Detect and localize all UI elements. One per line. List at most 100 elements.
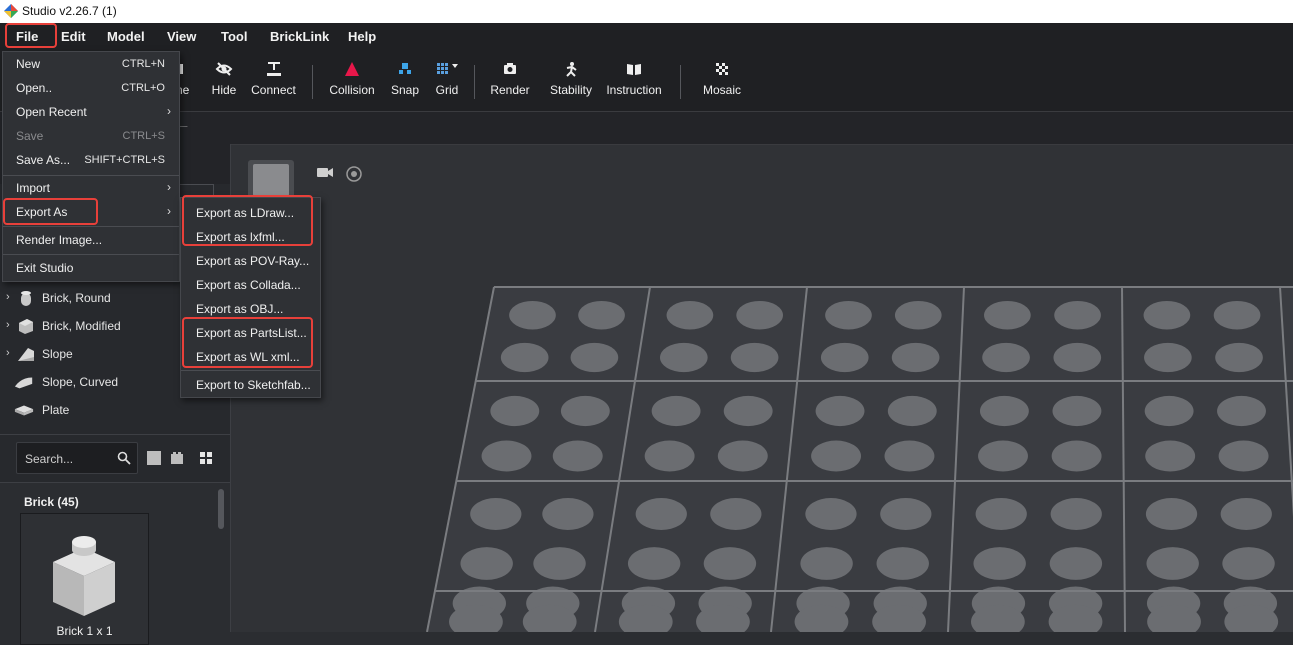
- part-search-input[interactable]: Search...: [16, 442, 138, 474]
- menu-item-save: Save CTRL+S: [3, 124, 179, 148]
- menu-item-new[interactable]: New CTRL+N: [3, 52, 179, 76]
- stud: [805, 498, 857, 530]
- menu-item-label: Exit Studio: [16, 261, 74, 275]
- category-plate[interactable]: Plate: [0, 397, 230, 423]
- chevron-right-icon: ›: [6, 319, 10, 331]
- menu-item-import[interactable]: Import ›: [3, 176, 179, 200]
- stud: [627, 547, 681, 580]
- toolbar-separator: [680, 65, 681, 99]
- connect-button[interactable]: Connect: [250, 61, 297, 97]
- stud: [470, 498, 522, 530]
- instruction-label: Instruction: [606, 83, 662, 97]
- export-collada[interactable]: Export as Collada...: [181, 272, 320, 296]
- stud: [820, 342, 869, 373]
- stud: [887, 395, 937, 427]
- stud: [490, 395, 540, 427]
- grid-button[interactable]: Grid: [434, 61, 460, 97]
- chevron-right-icon: ›: [167, 180, 171, 194]
- stud: [1146, 547, 1199, 580]
- brick-1x1-thumbnail: [53, 536, 115, 616]
- stud: [1053, 342, 1102, 373]
- menu-item-open[interactable]: Open.. CTRL+O: [3, 76, 179, 100]
- stud: [1050, 498, 1102, 530]
- menu-item-label: Save: [16, 129, 44, 143]
- stability-label: Stability: [549, 83, 593, 97]
- stud: [1218, 440, 1269, 472]
- menu-edit[interactable]: Edit: [61, 29, 86, 44]
- menu-tool[interactable]: Tool: [221, 29, 247, 44]
- render-button[interactable]: Render: [490, 61, 530, 97]
- menu-item-save-as[interactable]: Save As... SHIFT+CTRL+S: [3, 148, 179, 172]
- view-mode-brick-icon[interactable]: [170, 451, 184, 465]
- parts-scrollbar[interactable]: [218, 489, 224, 529]
- menu-item-label: Export as Collada...: [196, 278, 301, 292]
- menu-item-label: Open Recent: [16, 105, 87, 119]
- stud: [644, 440, 695, 472]
- stud: [891, 342, 940, 373]
- highlight-file-menu: [5, 23, 57, 48]
- window-title: Studio v2.26.7 (1): [22, 4, 117, 18]
- view-mode-grid-icon[interactable]: [199, 451, 213, 465]
- stud: [570, 342, 619, 373]
- plate-icon: [14, 405, 34, 416]
- warning-triangle-icon: [328, 61, 376, 79]
- stud: [1144, 342, 1192, 373]
- stud: [825, 300, 872, 330]
- stud: [1145, 498, 1198, 530]
- hide-button[interactable]: Hide: [210, 61, 238, 97]
- stud: [666, 300, 714, 330]
- menu-item-render-image[interactable]: Render Image...: [3, 228, 179, 252]
- title-bar: Studio v2.26.7 (1): [0, 0, 1293, 23]
- stud: [552, 440, 603, 472]
- mosaic-button[interactable]: Mosaic: [700, 61, 744, 97]
- export-povray[interactable]: Export as POV-Ray...: [181, 248, 320, 272]
- menu-model[interactable]: Model: [107, 29, 145, 44]
- stud: [703, 547, 757, 580]
- file-menu-dropdown: New CTRL+N Open.. CTRL+O Open Recent › S…: [2, 51, 180, 282]
- hide-label: Hide: [211, 83, 237, 97]
- chevron-right-icon: ›: [167, 204, 171, 218]
- stud: [533, 547, 586, 580]
- stud: [978, 440, 1028, 472]
- menu-item-label: Import: [16, 181, 51, 195]
- baseplate-model: [426, 286, 1293, 632]
- menu-item-shortcut: CTRL+O: [121, 82, 165, 94]
- stud: [1220, 498, 1272, 530]
- menu-view[interactable]: View: [167, 29, 196, 44]
- collision-button[interactable]: Collision: [328, 61, 376, 97]
- menu-item-label: New: [16, 57, 41, 71]
- stud: [635, 498, 687, 530]
- part-card[interactable]: Brick 1 x 1: [20, 513, 149, 645]
- menu-item-label: Open..: [16, 81, 53, 95]
- stud: [542, 498, 594, 530]
- stud: [723, 395, 773, 427]
- menu-bar: File Edit Model View Tool BrickLink Help: [0, 23, 1293, 51]
- menu-bricklink[interactable]: BrickLink: [270, 29, 329, 44]
- stability-button[interactable]: Stability: [548, 61, 594, 97]
- stud: [811, 440, 862, 472]
- toolbar-separator: [474, 65, 475, 99]
- instruction-button[interactable]: Instruction: [604, 61, 664, 97]
- snap-button[interactable]: Snap: [390, 61, 420, 97]
- connect-icon: [250, 61, 297, 79]
- book-icon: [604, 61, 664, 79]
- stud: [979, 395, 1029, 427]
- menu-separator: [3, 226, 179, 227]
- render-label: Render: [490, 83, 530, 97]
- panel-divider: [0, 434, 230, 435]
- menu-help[interactable]: Help: [348, 29, 376, 44]
- 3d-viewport[interactable]: [231, 145, 1293, 632]
- stud: [578, 300, 625, 330]
- menu-item-shortcut: SHIFT+CTRL+S: [84, 154, 165, 166]
- grid-label: Grid: [435, 83, 459, 97]
- toolbar-separator: [312, 65, 313, 99]
- view-mode-solid-icon[interactable]: [147, 451, 161, 465]
- search-icon[interactable]: [117, 451, 131, 465]
- stud: [880, 498, 932, 530]
- stud: [710, 498, 762, 530]
- menu-item-open-recent[interactable]: Open Recent ›: [3, 100, 179, 124]
- export-sketchfab[interactable]: Export to Sketchfab...: [181, 372, 320, 396]
- menu-item-exit[interactable]: Exit Studio: [3, 256, 179, 280]
- stud: [1213, 300, 1261, 330]
- stud: [876, 547, 929, 580]
